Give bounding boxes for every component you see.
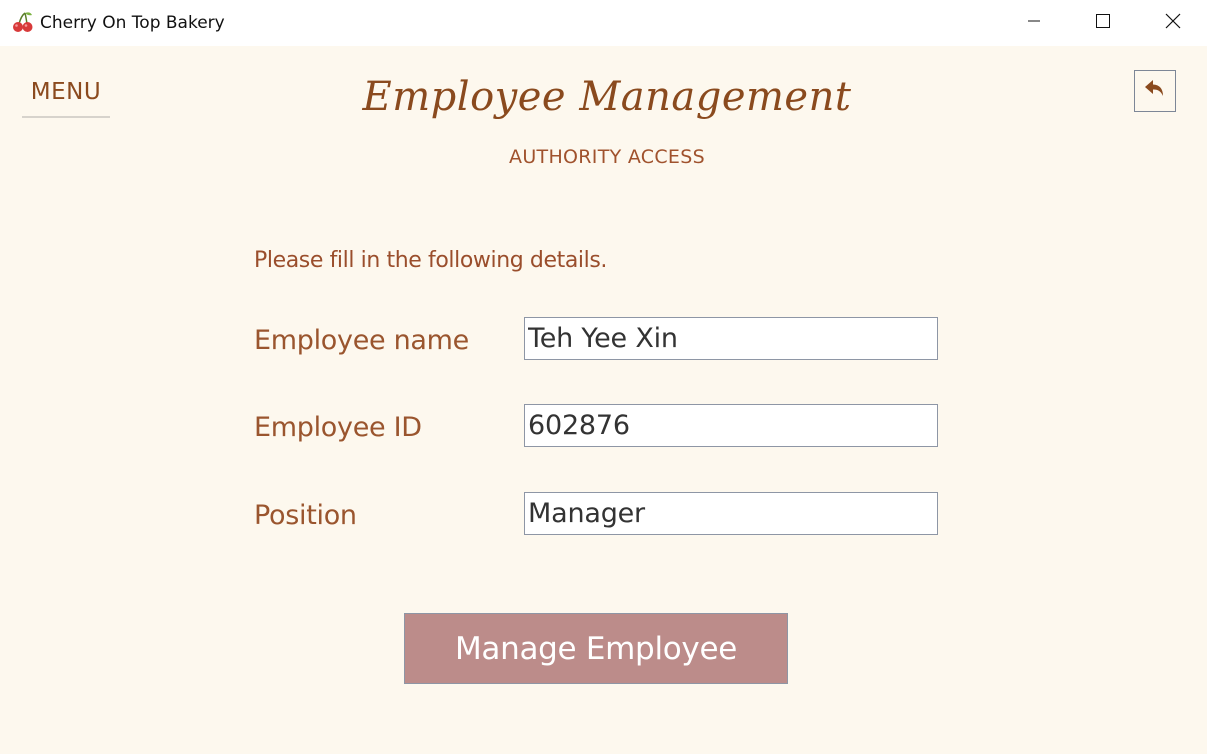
- employee-id-input[interactable]: [524, 404, 938, 447]
- manage-employee-button[interactable]: Manage Employee: [404, 613, 788, 684]
- window-title: Cherry On Top Bakery: [40, 13, 225, 33]
- minimize-icon: [1027, 14, 1041, 33]
- page-title: Employee Management: [362, 74, 852, 120]
- maximize-icon: [1096, 13, 1110, 33]
- cherry-icon: [11, 10, 35, 34]
- back-button[interactable]: [1134, 70, 1176, 112]
- back-arrow-icon: [1142, 76, 1168, 107]
- employee-id-label: Employee ID: [254, 412, 422, 443]
- page-subtitle: AUTHORITY ACCESS: [509, 146, 705, 168]
- position-input[interactable]: [524, 492, 938, 535]
- employee-name-label: Employee name: [254, 325, 469, 356]
- app-window: Cherry On Top Bakery MENU Employee Manag…: [0, 0, 1207, 754]
- form-instruction: Please fill in the following details.: [254, 248, 607, 273]
- maximize-button[interactable]: [1080, 0, 1126, 46]
- position-label: Position: [254, 500, 357, 531]
- employee-name-input[interactable]: [524, 317, 938, 360]
- title-bar: Cherry On Top Bakery: [0, 0, 1207, 46]
- minimize-button[interactable]: [1011, 0, 1057, 46]
- close-icon: [1165, 13, 1181, 34]
- close-button[interactable]: [1150, 0, 1196, 46]
- menu-button[interactable]: MENU: [22, 76, 110, 118]
